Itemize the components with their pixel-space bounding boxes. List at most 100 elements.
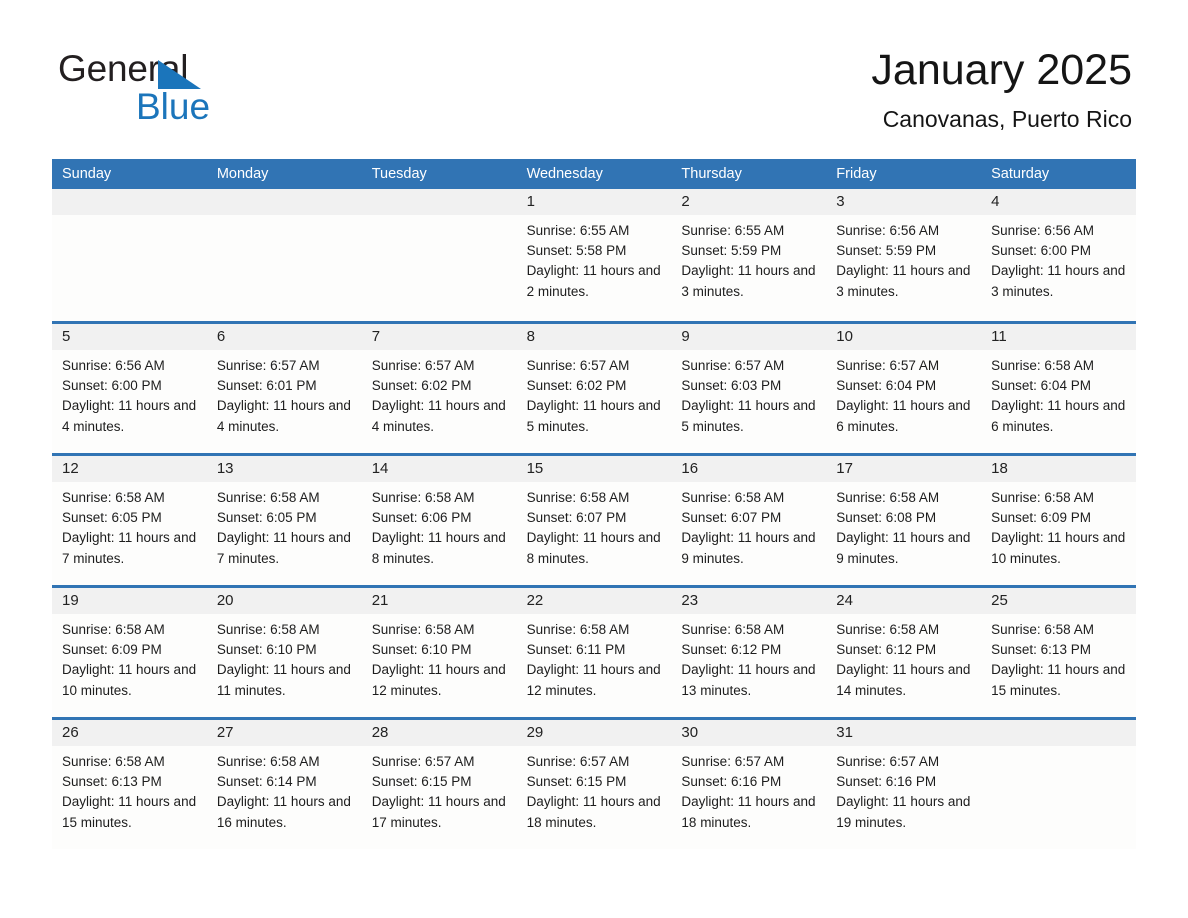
day-details: Sunrise: 6:58 AM Sunset: 6:10 PM Daylight:… — [207, 614, 362, 701]
day-details: Sunrise: 6:58 AM Sunset: 6:05 PM Daylight:… — [207, 482, 362, 569]
calendar-day-cell[interactable]: 8 Sunrise: 6:57 AM Sunset: 6:02 PM Daylight… — [516, 324, 672, 453]
calendar-day-cell[interactable]: 25 Sunrise: 6:58 AM Sunset: 6:13 PM Dayligh… — [981, 588, 1136, 717]
calendar-day-cell[interactable]: 31 Sunrise: 6:57 AM Sunset: 6:16 PM Dayligh… — [826, 720, 982, 849]
day-number: 21 — [371, 592, 389, 609]
day-number: 5 — [62, 328, 71, 345]
daylight-duration: Daylight: 11 hours and 17 minutes. — [371, 794, 506, 830]
day-details: Sunrise: 6:58 AM Sunset: 6:05 PM Daylight:… — [52, 482, 207, 569]
daylight-duration: Daylight: 11 hours and 6 minutes. — [991, 398, 1126, 434]
calendar-week-row: 19 Sunrise: 6:58 AM Sunset: 6:09 PM Dayligh… — [52, 585, 1136, 717]
day-details: Sunrise: 6:55 AM Sunset: 5:59 PM Daylight:… — [671, 215, 826, 302]
day-details: Sunrise: 6:57 AM Sunset: 6:01 PM Daylight:… — [207, 350, 362, 437]
calendar-day-cell[interactable]: 1 Sunrise: 6:55 AM Sunset: 5:58 PM Daylight… — [516, 189, 672, 321]
day-details: Sunrise: 6:57 AM Sunset: 6:02 PM Daylight:… — [362, 350, 517, 437]
sunrise-time: Sunrise: 6:58 AM — [216, 622, 320, 637]
calendar-day-cell[interactable]: 4 Sunrise: 6:56 AM Sunset: 6:00 PM Daylight… — [981, 189, 1136, 321]
sunrise-time: Sunrise: 6:57 AM — [371, 754, 475, 769]
day-number-band: 5 — [52, 324, 207, 350]
calendar-day-cell[interactable]: 10 Sunrise: 6:57 AM Sunset: 6:04 PM Dayligh… — [826, 324, 982, 453]
day-number: 11 — [991, 328, 1007, 345]
calendar-day-cell[interactable]: 23 Sunrise: 6:58 AM Sunset: 6:12 PM Dayligh… — [671, 588, 827, 717]
day-number-band: 13 — [206, 456, 362, 482]
calendar-day-cell[interactable]: 19 Sunrise: 6:58 AM Sunset: 6:09 PM Dayligh… — [52, 588, 207, 717]
calendar-day-cell[interactable]: 22 Sunrise: 6:58 AM Sunset: 6:11 PM Dayligh… — [516, 588, 672, 717]
sunrise-time: Sunrise: 6:58 AM — [836, 490, 940, 505]
day-number-band: 12 — [52, 456, 207, 482]
sunset-time: Sunset: 5:59 PM — [681, 243, 782, 259]
calendar-day-cell[interactable]: 14 Sunrise: 6:58 AM Sunset: 6:06 PM Dayligh… — [361, 456, 517, 585]
sunrise-time: Sunrise: 6:58 AM — [836, 622, 940, 637]
calendar-day-cell[interactable]: 16 Sunrise: 6:58 AM Sunset: 6:07 PM Dayligh… — [671, 456, 827, 585]
calendar-week-row: 5 Sunrise: 6:56 AM Sunset: 6:00 PM Daylight… — [52, 321, 1136, 453]
day-number-band — [206, 189, 362, 215]
calendar-day-cell[interactable]: 9 Sunrise: 6:57 AM Sunset: 6:03 PM Daylight… — [671, 324, 827, 453]
day-number: 8 — [526, 328, 535, 345]
daylight-duration: Daylight: 11 hours and 15 minutes. — [991, 662, 1126, 698]
calendar-day-cell[interactable]: 27 Sunrise: 6:58 AM Sunset: 6:14 PM Dayligh… — [206, 720, 362, 849]
daylight-duration: Daylight: 11 hours and 10 minutes. — [991, 530, 1126, 566]
sunrise-time: Sunrise: 6:56 AM — [62, 358, 165, 373]
calendar-day-cell[interactable]: 20 Sunrise: 6:58 AM Sunset: 6:10 PM Dayligh… — [206, 588, 362, 717]
calendar-day-cell[interactable]: 3 Sunrise: 6:56 AM Sunset: 5:59 PM Daylight… — [826, 189, 982, 321]
sunset-time: Sunset: 6:06 PM — [371, 510, 472, 526]
sunset-time: Sunset: 6:07 PM — [526, 510, 627, 526]
sunrise-time: Sunrise: 6:57 AM — [681, 358, 785, 373]
sunset-time: Sunset: 6:09 PM — [62, 642, 162, 658]
day-number: 30 — [681, 724, 699, 741]
sunset-time: Sunset: 6:12 PM — [836, 642, 937, 658]
calendar-day-cell-empty — [206, 189, 362, 321]
sunrise-time: Sunrise: 6:57 AM — [836, 754, 940, 769]
day-number: 10 — [836, 328, 853, 345]
sunrise-time: Sunrise: 6:58 AM — [216, 754, 320, 769]
sunset-time: Sunset: 6:04 PM — [836, 378, 937, 394]
calendar-day-cell[interactable]: 13 Sunrise: 6:58 AM Sunset: 6:05 PM Dayligh… — [206, 456, 362, 585]
day-details: Sunrise: 6:57 AM Sunset: 6:15 PM Daylight:… — [517, 746, 672, 833]
calendar-day-cell[interactable]: 24 Sunrise: 6:58 AM Sunset: 6:12 PM Dayligh… — [826, 588, 982, 717]
calendar-day-cell[interactable]: 5 Sunrise: 6:56 AM Sunset: 6:00 PM Daylight… — [52, 324, 207, 453]
daylight-duration: Daylight: 11 hours and 8 minutes. — [371, 530, 506, 566]
brand-triangle-icon — [158, 60, 201, 89]
day-details: Sunrise: 6:57 AM Sunset: 6:04 PM Daylight:… — [826, 350, 981, 437]
calendar-day-cell[interactable]: 29 Sunrise: 6:57 AM Sunset: 6:15 PM Dayligh… — [516, 720, 672, 849]
calendar-day-cell[interactable]: 21 Sunrise: 6:58 AM Sunset: 6:10 PM Dayligh… — [361, 588, 517, 717]
calendar-day-cell[interactable]: 17 Sunrise: 6:58 AM Sunset: 6:08 PM Dayligh… — [826, 456, 982, 585]
day-number-band — [361, 189, 517, 215]
day-details: Sunrise: 6:58 AM Sunset: 6:08 PM Daylight:… — [826, 482, 981, 569]
sunrise-time: Sunrise: 6:58 AM — [62, 622, 165, 637]
day-details: Sunrise: 6:58 AM Sunset: 6:09 PM Daylight:… — [52, 614, 207, 701]
day-number-band: 21 — [361, 588, 517, 614]
calendar-day-cell[interactable]: 26 Sunrise: 6:58 AM Sunset: 6:13 PM Dayligh… — [52, 720, 207, 849]
day-number: 20 — [216, 592, 234, 609]
daylight-duration: Daylight: 11 hours and 18 minutes. — [526, 794, 661, 830]
sunset-time: Sunset: 6:05 PM — [62, 510, 162, 526]
daylight-duration: Daylight: 11 hours and 18 minutes. — [681, 794, 816, 830]
daylight-duration: Daylight: 11 hours and 12 minutes. — [526, 662, 661, 698]
calendar-day-cell[interactable]: 30 Sunrise: 6:57 AM Sunset: 6:16 PM Dayligh… — [671, 720, 827, 849]
daylight-duration: Daylight: 11 hours and 14 minutes. — [836, 662, 971, 698]
daylight-duration: Daylight: 11 hours and 7 minutes. — [62, 530, 197, 566]
day-details: Sunrise: 6:58 AM Sunset: 6:07 PM Daylight:… — [517, 482, 672, 569]
calendar-day-cell[interactable]: 6 Sunrise: 6:57 AM Sunset: 6:01 PM Daylight… — [206, 324, 362, 453]
weekday-header-row: Sunday Monday Tuesday Wednesday Thursday Frid… — [52, 159, 1136, 189]
calendar-day-cell[interactable]: 11 Sunrise: 6:58 AM Sunset: 6:04 PM Dayligh… — [981, 324, 1136, 453]
weekday-header-wednesday: Wednesday — [526, 166, 603, 182]
day-number-band: 10 — [826, 324, 982, 350]
daylight-duration: Daylight: 11 hours and 2 minutes. — [526, 263, 661, 299]
title-block: January 2025 Canovanas, Puerto Rico — [871, 44, 1132, 133]
sunrise-time: Sunrise: 6:58 AM — [371, 622, 475, 637]
day-number-band: 7 — [361, 324, 517, 350]
calendar-page: General Blue January 2025 Canovanas, Pue… — [0, 0, 1188, 918]
sunset-time: Sunset: 6:02 PM — [526, 378, 627, 394]
calendar-day-cell[interactable]: 2 Sunrise: 6:55 AM Sunset: 5:59 PM Daylight… — [671, 189, 827, 321]
calendar-day-cell[interactable]: 28 Sunrise: 6:57 AM Sunset: 6:15 PM Dayligh… — [361, 720, 517, 849]
calendar-day-cell[interactable]: 18 Sunrise: 6:58 AM Sunset: 6:09 PM Dayligh… — [981, 456, 1136, 585]
sunset-time: Sunset: 6:04 PM — [991, 378, 1091, 394]
day-details: Sunrise: 6:58 AM Sunset: 6:04 PM Daylight:… — [981, 350, 1136, 437]
calendar-day-cell[interactable]: 15 Sunrise: 6:58 AM Sunset: 6:07 PM Dayligh… — [516, 456, 672, 585]
daylight-duration: Daylight: 11 hours and 3 minutes. — [681, 263, 816, 299]
calendar-day-cell[interactable]: 7 Sunrise: 6:57 AM Sunset: 6:02 PM Daylight… — [361, 324, 517, 453]
calendar-day-cell[interactable]: 12 Sunrise: 6:58 AM Sunset: 6:05 PM Dayligh… — [52, 456, 207, 585]
day-details: Sunrise: 6:58 AM Sunset: 6:07 PM Daylight:… — [671, 482, 826, 569]
day-number: 7 — [371, 328, 381, 345]
sunset-time: Sunset: 6:00 PM — [62, 378, 162, 394]
